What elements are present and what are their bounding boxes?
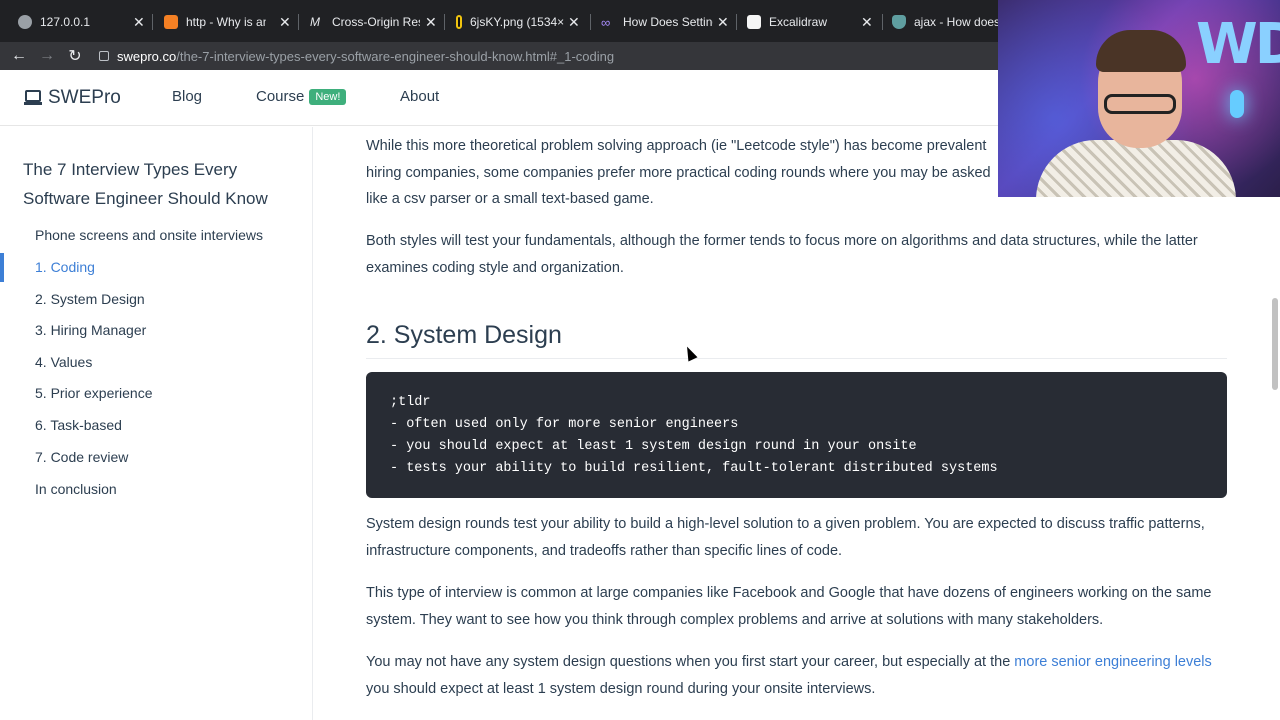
lock-icon (99, 51, 109, 61)
shield-icon (892, 15, 906, 29)
image-icon (456, 15, 462, 29)
presenter-hair (1096, 30, 1186, 72)
sidebar-item-conclusion[interactable]: In conclusion (35, 481, 117, 497)
scrollbar[interactable] (1272, 298, 1278, 390)
sidebar-item-task-based[interactable]: 6. Task-based (35, 417, 122, 433)
sidebar-title[interactable]: The 7 Interview Types Every Software Eng… (23, 155, 283, 213)
tab-title: How Does Setting (623, 15, 713, 29)
browser-tab[interactable]: 127.0.0.1 ✕ (18, 8, 145, 36)
stackoverflow-icon (164, 15, 178, 29)
laptop-icon (24, 90, 42, 105)
lamp-icon (1230, 90, 1244, 118)
paragraph: Both styles will test your fundamentals,… (366, 233, 1198, 276)
paragraph: System design rounds test your ability t… (366, 516, 1205, 559)
browser-tab[interactable]: Excalidraw ✕ (747, 8, 873, 36)
paragraph: This type of interview is common at larg… (366, 585, 1212, 628)
sidebar-item-system-design[interactable]: 2. System Design (35, 291, 145, 307)
tab-title: ajax - How does (914, 15, 1001, 29)
glasses-icon (1104, 94, 1176, 114)
sidebar-item-coding[interactable]: 1. Coding (35, 259, 95, 275)
tab-title: http - Why is an O (186, 15, 266, 29)
tab-separator (882, 14, 883, 30)
nav-course-label: Course (256, 88, 305, 105)
tab-separator (590, 14, 591, 30)
browser-tab[interactable]: 6jsKY.png (1534× ✕ (456, 8, 580, 36)
address-bar[interactable]: swepro.co/the-7-interview-types-every-so… (99, 49, 614, 64)
browser-tab[interactable]: ∞ How Does Setting ✕ (601, 8, 729, 36)
sidebar-item-hiring-manager[interactable]: 3. Hiring Manager (35, 322, 146, 338)
tab-separator (736, 14, 737, 30)
nav-blog[interactable]: Blog (172, 88, 202, 105)
webcam-overlay: WDU (998, 0, 1280, 197)
nav-course[interactable]: Course New! (256, 88, 347, 106)
senior-levels-link[interactable]: more senior engineering levels (1014, 654, 1211, 670)
new-badge: New! (309, 89, 347, 106)
forward-icon[interactable]: → (33, 47, 61, 65)
browser-tab[interactable]: M Cross-Origin Reso ✕ (310, 8, 437, 36)
sidebar-item-phone-screens[interactable]: Phone screens and onsite interviews (35, 227, 263, 243)
tab-separator (444, 14, 445, 30)
tab-separator (152, 14, 153, 30)
tab-title: Excalidraw (769, 15, 828, 29)
sidebar-item-prior-experience[interactable]: 5. Prior experience (35, 385, 153, 401)
sidebar-item-values[interactable]: 4. Values (35, 354, 92, 370)
tab-title: 127.0.0.1 (40, 15, 91, 29)
url-path: /the-7-interview-types-every-software-en… (176, 48, 615, 64)
tab-title: Cross-Origin Reso (332, 15, 420, 29)
excalidraw-icon (747, 15, 761, 29)
sidebar: The 7 Interview Types Every Software Eng… (0, 127, 313, 720)
close-icon[interactable]: ✕ (861, 14, 873, 31)
nav-about[interactable]: About (400, 88, 439, 105)
url-domain: swepro.co (117, 48, 177, 64)
mdn-icon: M (310, 15, 320, 29)
paragraph: You may not have any system design quest… (366, 649, 1228, 702)
section-heading: 2. System Design (366, 321, 1227, 359)
browser-tab[interactable]: ajax - How does (892, 8, 1004, 36)
close-icon[interactable]: ✕ (133, 14, 145, 31)
back-icon[interactable]: ← (5, 47, 33, 65)
globe-icon (18, 15, 32, 29)
browser-tab[interactable]: http - Why is an O ✕ (164, 8, 291, 36)
tab-title: 6jsKY.png (1534× (470, 15, 564, 29)
sidebar-item-code-review[interactable]: 7. Code review (35, 449, 128, 465)
paragraph: While this more theoretical problem solv… (366, 138, 991, 207)
neon-sign: WDU (1196, 12, 1280, 77)
paragraph-text: you should expect at least 1 system desi… (366, 680, 876, 697)
logo-text: SWEPro (48, 87, 121, 108)
site-logo[interactable]: SWEPro (24, 87, 121, 109)
reload-icon[interactable]: ↻ (61, 46, 89, 66)
active-indicator (0, 253, 4, 282)
code-block: ;tldr - often used only for more senior … (366, 372, 1227, 498)
tab-separator (298, 14, 299, 30)
paragraph-text: You may not have any system design quest… (366, 654, 1015, 670)
infinity-icon: ∞ (601, 15, 611, 30)
presenter-shirt (1036, 140, 1236, 197)
